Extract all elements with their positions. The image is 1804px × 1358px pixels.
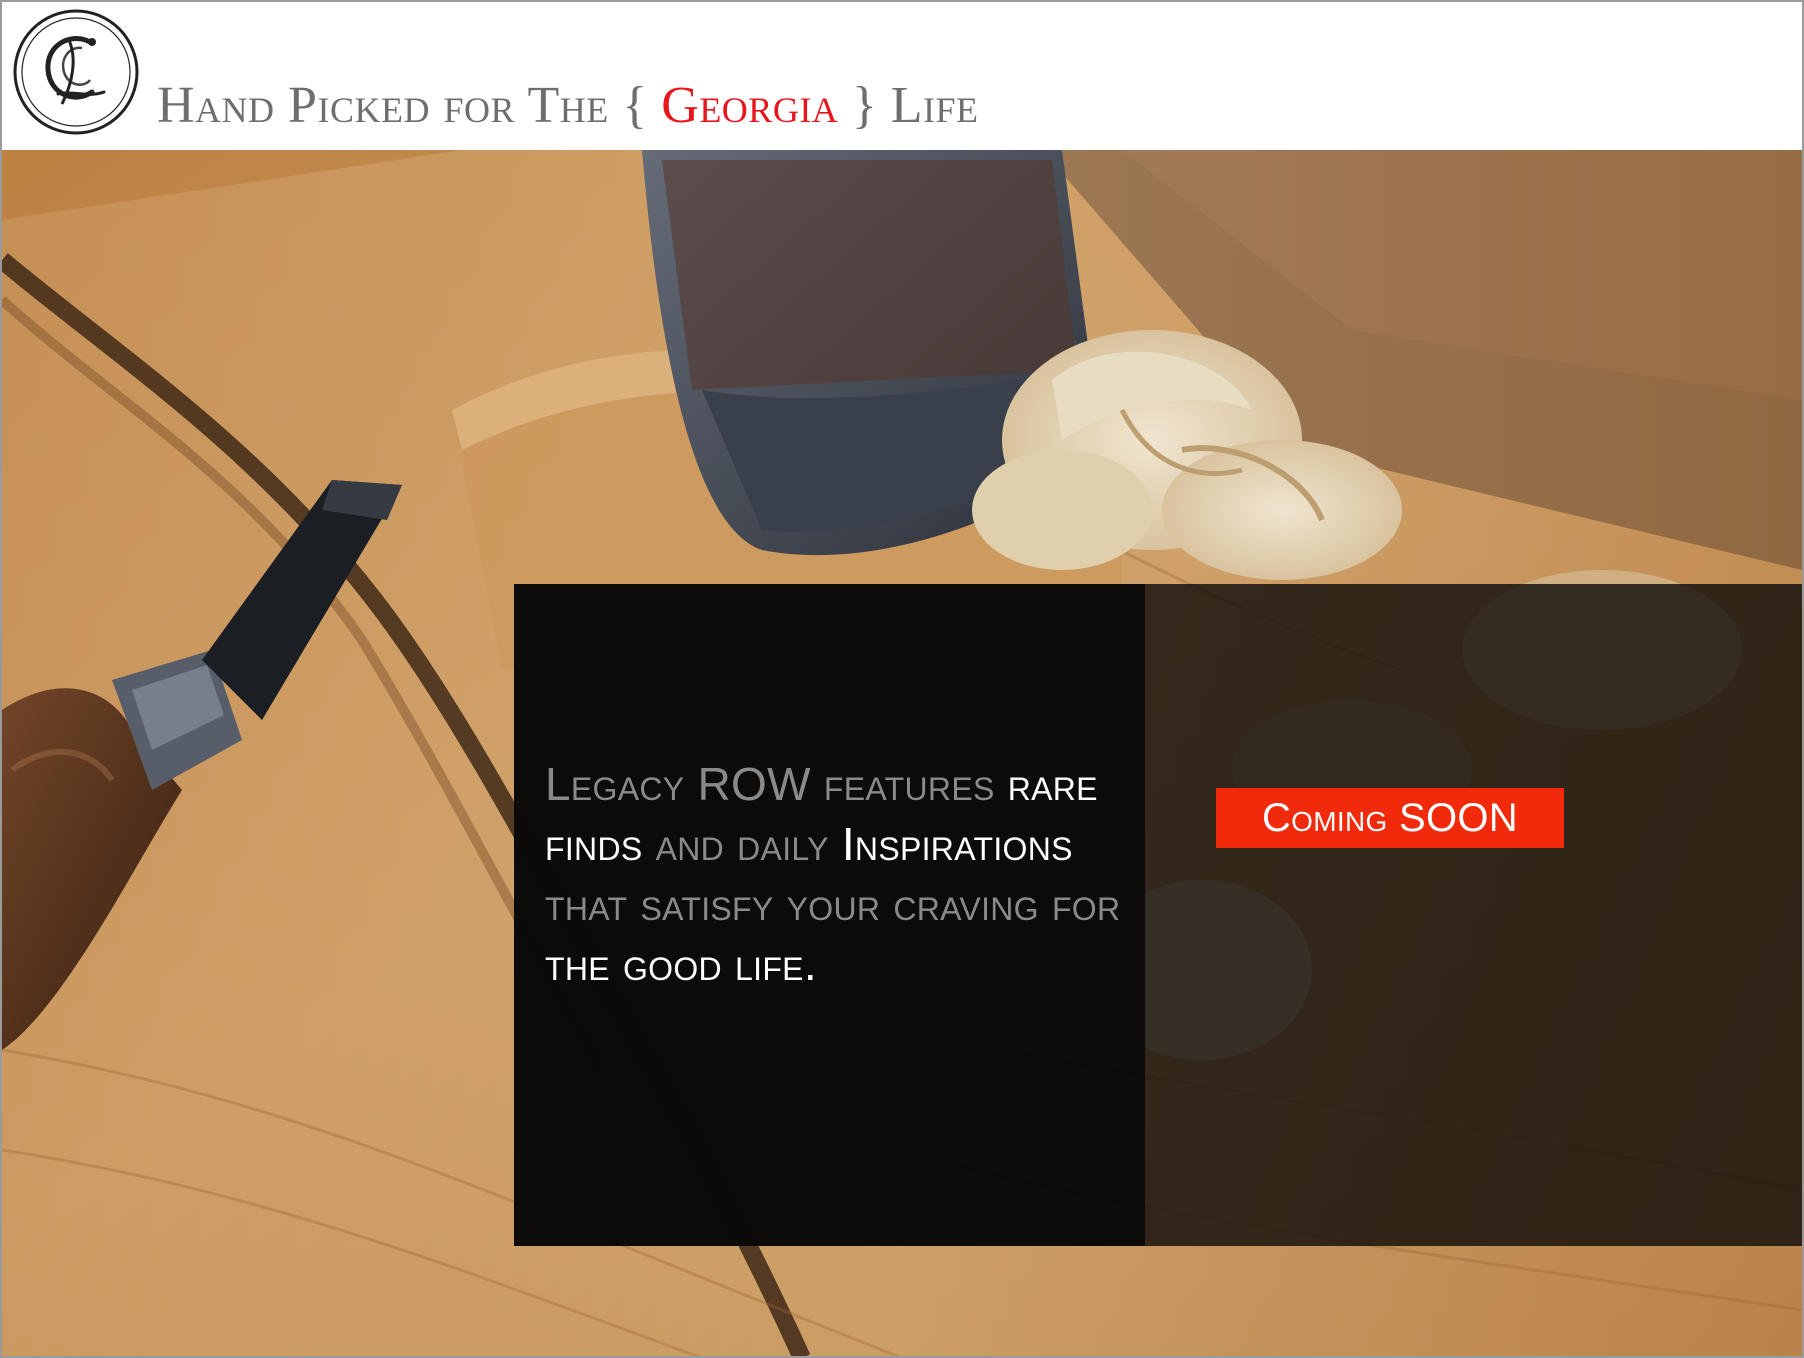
site-tagline: Hand Picked for The { Georgia } Life bbox=[157, 74, 979, 138]
blurb-part-1: Legacy ROW features bbox=[545, 758, 995, 810]
blurb-part-5: that satisfy your craving for bbox=[545, 878, 1121, 930]
blurb-highlight-good-life: the good life. bbox=[545, 938, 817, 990]
tagline-after: Life bbox=[890, 77, 979, 134]
tagline-brace-open: { bbox=[622, 77, 648, 134]
coming-soon-button[interactable]: Coming SOON bbox=[1216, 788, 1564, 848]
tagline-before: Hand Picked for The bbox=[157, 77, 609, 134]
hero-blurb: Legacy ROW features rare finds and daily… bbox=[545, 754, 1165, 994]
tagline-accent: Georgia bbox=[661, 77, 839, 134]
blurb-highlight-inspirations: Inspirations bbox=[841, 818, 1073, 870]
tagline-brace-close: } bbox=[851, 77, 878, 134]
site-header: Hand Picked for The { Georgia } Life bbox=[2, 2, 1802, 150]
hero-section: Legacy ROW features rare finds and daily… bbox=[2, 150, 1802, 1356]
monogram-seal-icon[interactable] bbox=[12, 8, 140, 136]
page: Hand Picked for The { Georgia } Life Leg… bbox=[0, 0, 1804, 1358]
blurb-part-3: and daily bbox=[655, 818, 829, 870]
